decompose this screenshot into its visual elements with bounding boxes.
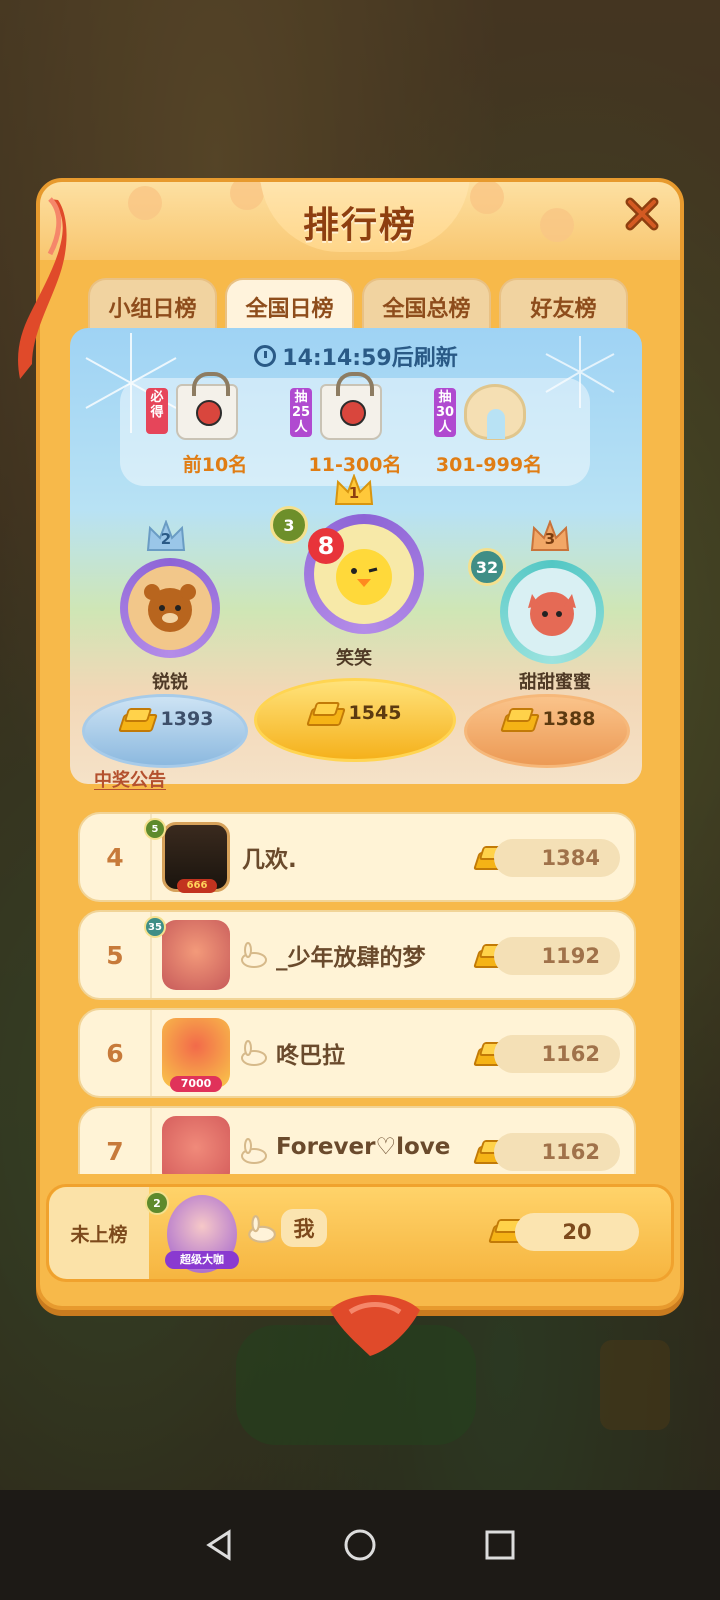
level-badge: 5 — [144, 818, 166, 840]
winner-score: 1545 — [294, 702, 414, 724]
tab-national-daily[interactable]: 全国日榜 — [225, 278, 354, 334]
refresh-timer: 14:14:59后刷新 — [70, 340, 642, 372]
avatar — [162, 920, 230, 990]
rank-number: 6 — [80, 1010, 152, 1096]
list-item[interactable]: 7 Forever♡love 1162 — [78, 1106, 636, 1174]
winner-third[interactable]: 3 32 甜甜蜜蜜 1388 — [458, 508, 642, 778]
close-button[interactable] — [620, 192, 664, 236]
rabbit-icon — [248, 1215, 276, 1243]
winner-score: 1388 — [488, 708, 608, 730]
level-badge: 35 — [144, 916, 166, 938]
my-rank-label: 未上榜 — [49, 1187, 149, 1279]
rabbit-icon — [241, 1040, 267, 1066]
avatar-ring — [120, 558, 220, 658]
close-icon — [625, 197, 659, 231]
player-score: 1162 — [494, 1133, 620, 1171]
prize-tag: 抽25人 — [290, 388, 312, 437]
crown-icon: 1 — [334, 474, 374, 506]
prize-tag: 抽30人 — [434, 388, 456, 437]
gold-bar-icon — [307, 702, 341, 724]
tab-friends[interactable]: 好友榜 — [499, 278, 628, 334]
back-icon — [206, 1529, 231, 1561]
winner-first[interactable]: 1 3 8 笑笑 1545 — [250, 468, 460, 778]
player-name: Forever♡love — [276, 1134, 451, 1160]
pedestal-silver — [82, 694, 248, 768]
podium-section: 14:14:59后刷新 必得 前10名 抽25人 11-300名 抽30人 30… — [70, 328, 642, 784]
panel-header: 排行榜 — [40, 182, 680, 260]
tote-bag-icon — [176, 372, 238, 442]
player-score: 1384 — [494, 839, 620, 877]
avatar-caption: 666 — [177, 879, 217, 893]
rank-number: 7 — [80, 1108, 152, 1174]
avatar: 超级大咖 — [165, 1195, 239, 1273]
crown-icon: 2 — [146, 520, 186, 552]
player-score: 1162 — [494, 1035, 620, 1073]
level-badge: 2 — [145, 1191, 169, 1215]
rank-number: 4 — [80, 814, 152, 900]
winner-score: 1393 — [106, 708, 226, 730]
back-button[interactable] — [200, 1525, 240, 1565]
fox-avatar-icon — [528, 592, 576, 636]
winner-name: 甜甜蜜蜜 — [519, 672, 591, 693]
bear-avatar-icon — [144, 584, 196, 632]
tab-group-daily[interactable]: 小组日榜 — [88, 278, 217, 334]
rabbit-icon — [241, 1138, 267, 1164]
leaderboard-panel: 排行榜 小组日榜 全国日榜 全国总榜 好友榜 14:14:59后刷新 必得 前1… — [18, 178, 684, 1356]
ribbon-decoration — [330, 1295, 420, 1356]
page-title: 排行榜 — [302, 205, 417, 246]
announcement-link[interactable]: 中奖公告 — [94, 766, 166, 792]
refresh-text: 14:14:59后刷新 — [282, 346, 458, 371]
home-button[interactable] — [340, 1525, 380, 1565]
clock-icon — [254, 345, 277, 367]
avatar — [128, 566, 212, 650]
player-name: 咚巴拉 — [276, 1043, 345, 1069]
list-item[interactable]: 4 666 5 几欢. 1384 — [78, 812, 636, 902]
avatar — [508, 568, 596, 656]
level-badge: 3 — [270, 506, 308, 544]
player-score: 1192 — [494, 937, 620, 975]
my-rank-row[interactable]: 未上榜 超级大咖 2 我 20 — [46, 1184, 674, 1282]
home-icon — [344, 1529, 376, 1561]
recents-button[interactable] — [480, 1525, 520, 1565]
system-navigation-bar — [0, 1490, 720, 1600]
avatar — [162, 1116, 230, 1174]
rabbit-icon — [241, 942, 267, 968]
avatar: 666 — [162, 822, 230, 893]
level-badge: 32 — [468, 548, 506, 586]
tab-national-total[interactable]: 全国总榜 — [362, 278, 491, 334]
winner-name: 锐锐 — [152, 672, 188, 693]
avatar-caption: 超级大咖 — [165, 1251, 239, 1269]
avatar-ring — [500, 560, 604, 664]
gold-bar-icon — [119, 708, 153, 730]
ranking-list[interactable]: 4 666 5 几欢. 1384 5 35 _少年放肆的梦 1192 6 700… — [78, 812, 636, 1174]
list-item[interactable]: 6 7000 咚巴拉 1162 — [78, 1008, 636, 1098]
my-name: 我 — [281, 1209, 327, 1247]
neck-pillow-icon — [464, 384, 526, 442]
pedestal-bronze — [464, 694, 630, 768]
count-badge: 8 — [308, 528, 344, 564]
winner-second[interactable]: 2 锐锐 1393 — [70, 508, 260, 778]
my-score: 20 — [515, 1213, 639, 1251]
gold-bar-icon — [501, 708, 535, 730]
avatar-caption: 7000 — [170, 1076, 222, 1092]
avatar: 7000 — [162, 1018, 230, 1092]
rank-number: 5 — [80, 912, 152, 998]
list-item[interactable]: 5 35 _少年放肆的梦 1192 — [78, 910, 636, 1000]
player-name: _少年放肆的梦 — [276, 945, 426, 971]
tab-bar: 小组日榜 全国日榜 全国总榜 好友榜 — [88, 278, 628, 334]
player-name: 几欢. — [242, 847, 297, 873]
crown-icon: 3 — [530, 520, 570, 552]
recents-icon — [485, 1530, 515, 1560]
tote-bag-icon — [320, 372, 382, 442]
prize-tag: 必得 — [146, 388, 168, 434]
winner-name: 笑笑 — [336, 648, 372, 669]
